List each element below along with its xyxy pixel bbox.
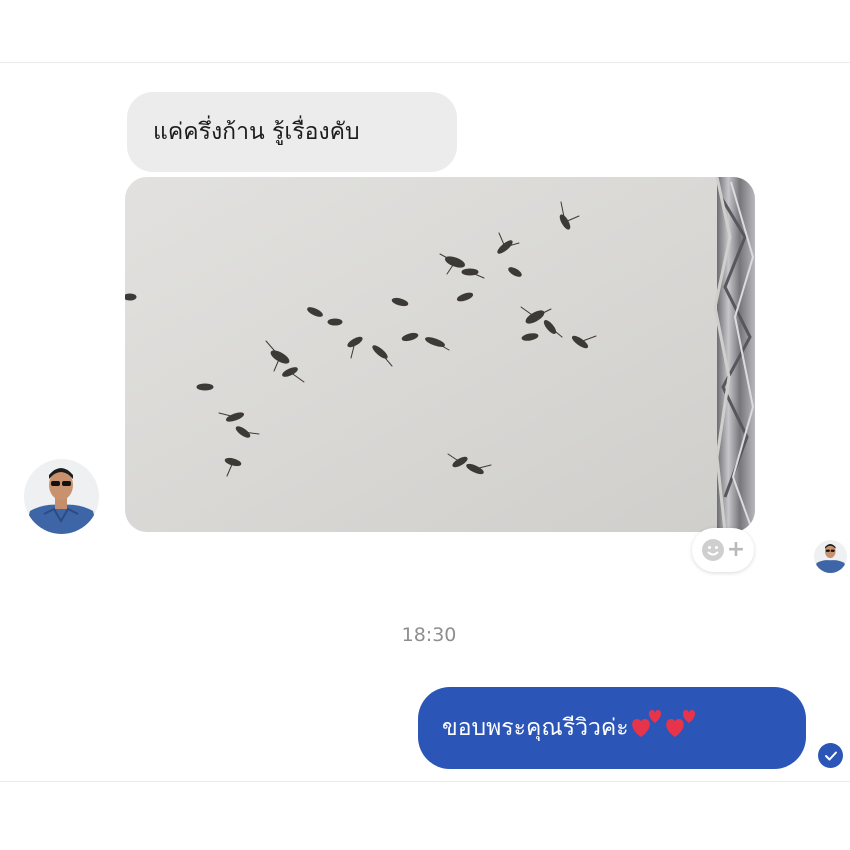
outgoing-message-bubble[interactable]: ขอบพระคุณรีวิวค่ะ	[418, 687, 806, 769]
message-photo[interactable]	[125, 177, 755, 532]
sender-avatar[interactable]	[24, 459, 99, 534]
checkmark-icon	[824, 751, 837, 760]
photo-dead-mosquitoes	[125, 177, 755, 532]
incoming-message-bubble[interactable]: แค่ครึ่งก้าน รู้เรื่องคับ	[127, 92, 457, 172]
plus-icon: +	[726, 537, 746, 562]
person-photo-icon	[814, 540, 847, 573]
incoming-message-text: แค่ครึ่งก้าน รู้เรื่องคับ	[153, 119, 360, 145]
smiley-icon	[701, 539, 724, 561]
seen-by-avatar	[814, 540, 847, 573]
message-timestamp: 18:30	[401, 624, 457, 646]
add-reaction-button[interactable]: +	[692, 528, 754, 572]
outgoing-message-text: ขอบพระคุณรีวิวค่ะ	[442, 715, 629, 741]
two-hearts-icon	[631, 710, 695, 737]
two-hearts-emoji	[631, 710, 701, 743]
read-receipt-icon	[818, 743, 843, 768]
person-photo-icon	[24, 459, 99, 534]
